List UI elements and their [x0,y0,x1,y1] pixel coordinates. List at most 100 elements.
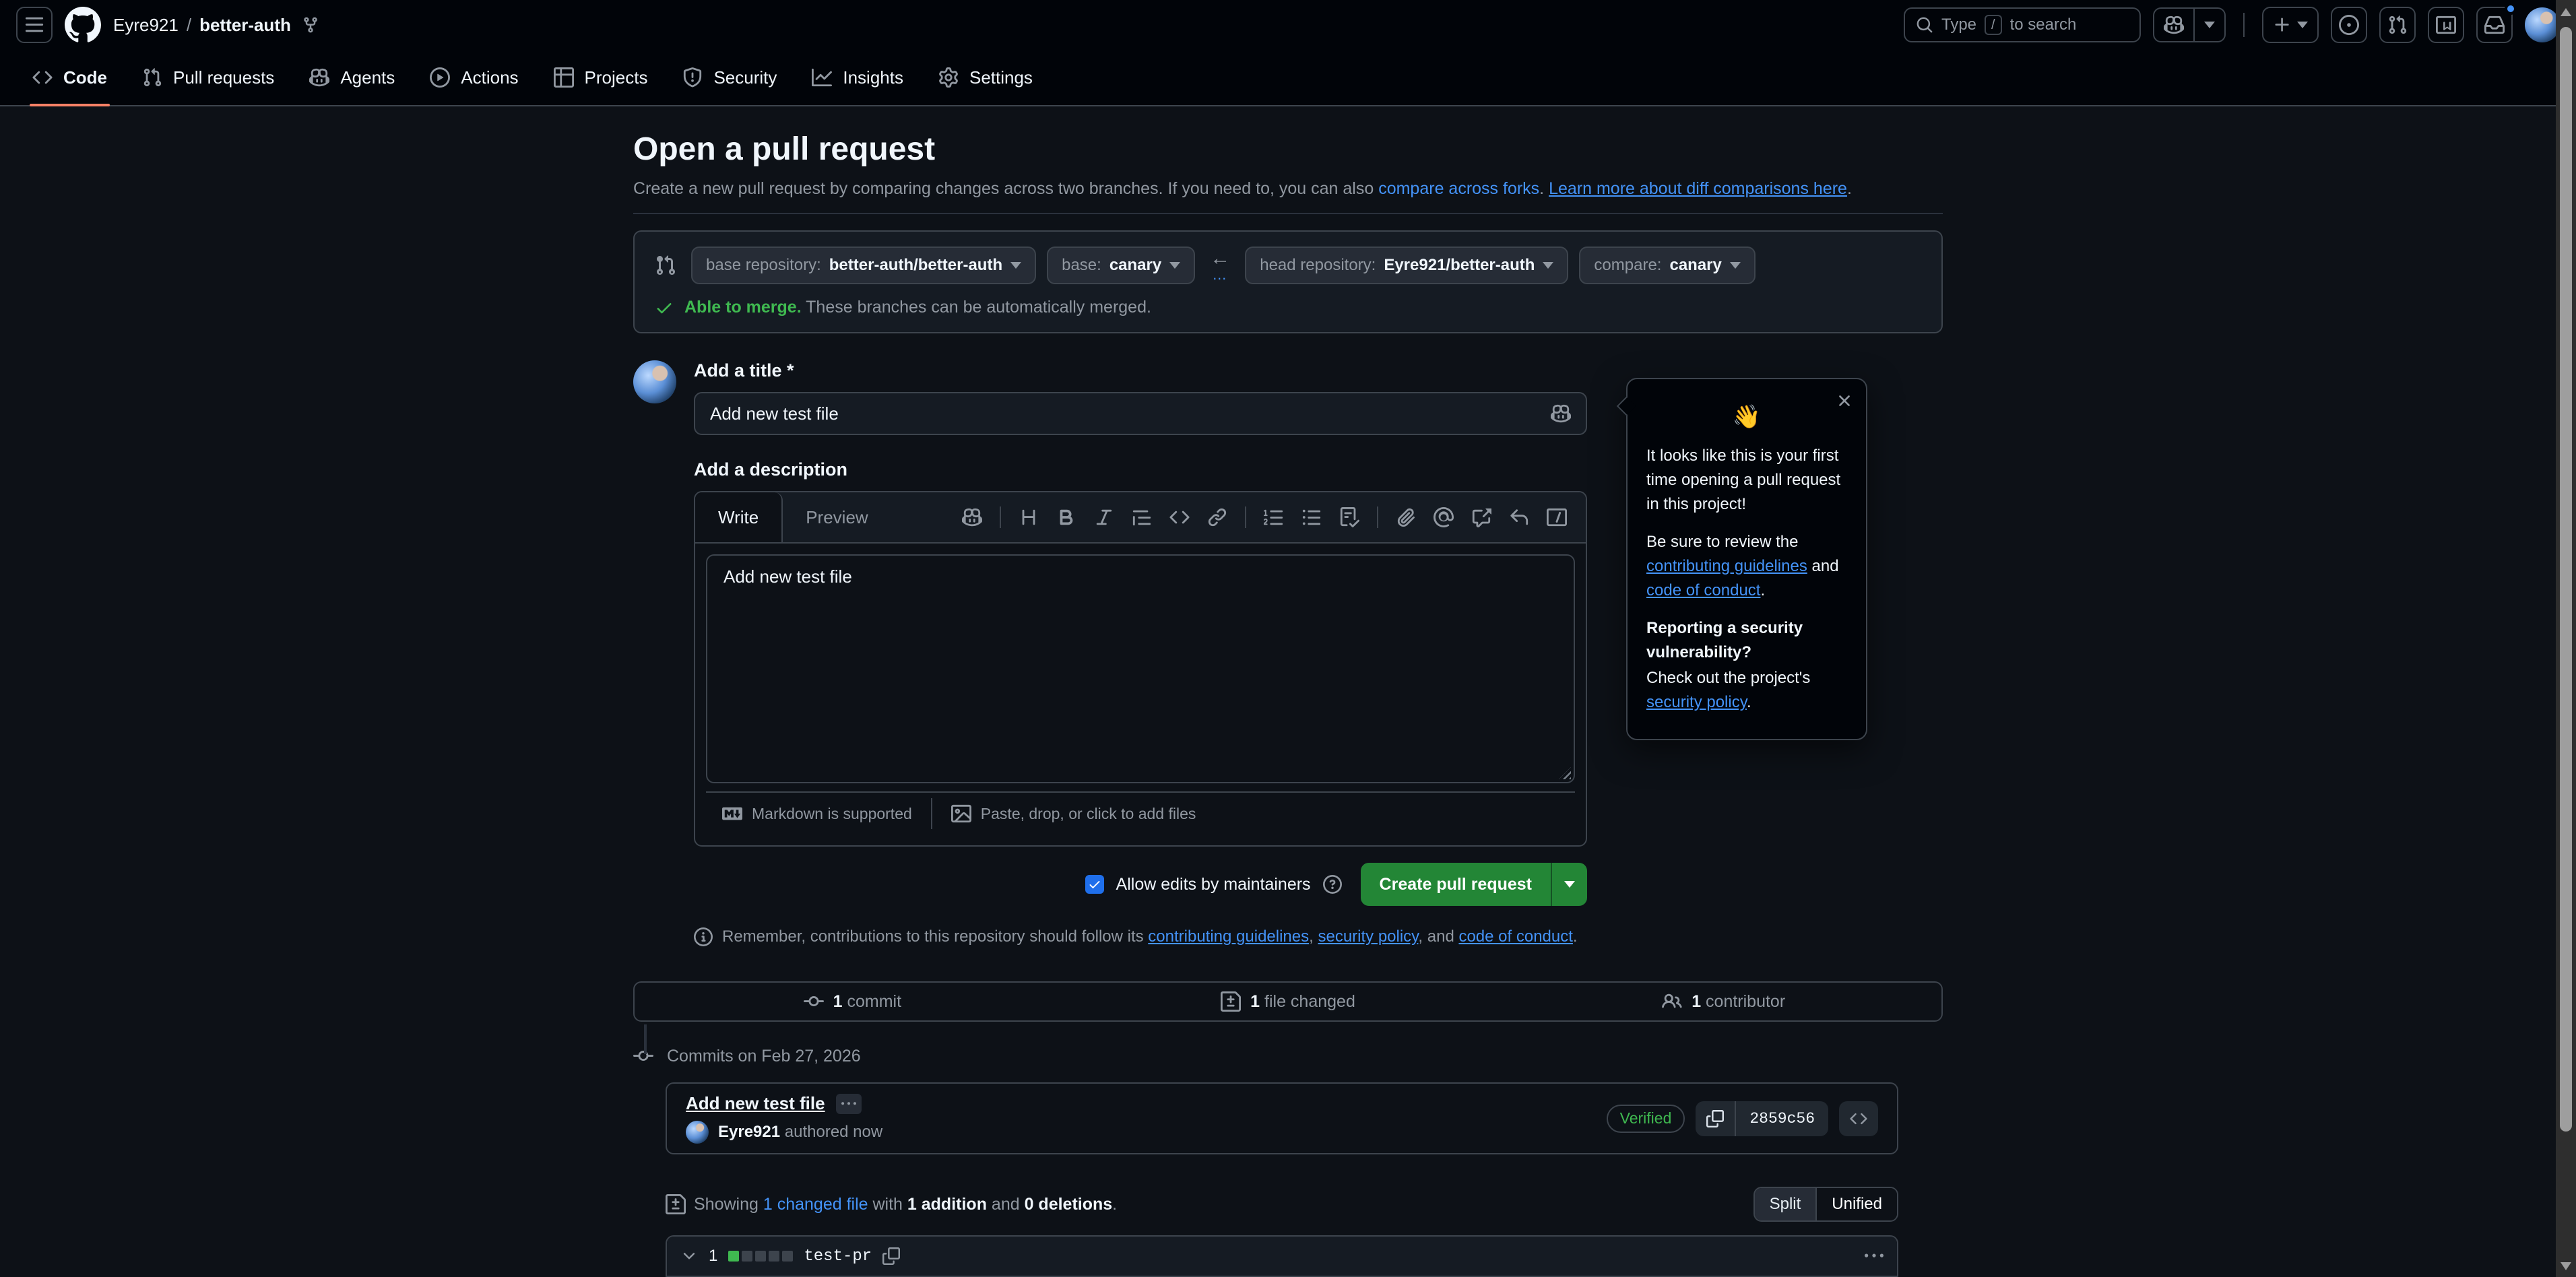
commits-date-heading: Commits on Feb 27, 2026 [633,1043,1943,1069]
attach-files-text: Paste, drop, or click to add files [981,805,1196,823]
commit-sha-link[interactable]: 2859c56 [1735,1101,1828,1136]
popup-contributing-guidelines-link[interactable]: contributing guidelines [1646,557,1807,575]
scrollbar-down-arrow-icon[interactable] [2561,1262,2571,1270]
tab-agents[interactable]: Agents [296,50,408,105]
question-icon[interactable] [1323,875,1342,894]
commit-author[interactable]: Eyre921 [718,1123,780,1141]
paperclip-icon[interactable] [1396,507,1416,527]
scrollbar-up-arrow-icon[interactable] [2561,8,2571,16]
list-unordered-icon[interactable] [1301,507,1322,527]
chevron-down-icon [1169,262,1180,269]
description-textarea[interactable]: Add new test file [706,554,1575,783]
breadcrumb-repo-link[interactable]: better-auth [199,15,291,36]
graph-icon [812,67,832,88]
file-diff-icon [1221,991,1241,1012]
copy-icon[interactable] [882,1247,900,1265]
projects-panel-button[interactable] [2428,7,2464,43]
base-repository-selector[interactable]: base repository: better-auth/better-auth [691,247,1036,284]
learn-more-link[interactable]: Learn more about diff comparisons here [1549,179,1847,198]
search-input[interactable]: Type / to search [1904,7,2141,42]
stat-files-changed[interactable]: 1 file changed [1070,991,1506,1012]
issue-opened-icon [2339,15,2359,35]
close-icon[interactable] [1835,391,1854,410]
search-placeholder-part2: to search [2010,15,2077,34]
quote-icon[interactable] [1132,507,1152,527]
breadcrumb-owner-link[interactable]: Eyre921 [113,15,179,36]
create-new-button[interactable] [2262,7,2319,43]
page-scrollbar[interactable] [2556,0,2576,1277]
code-of-conduct-link[interactable]: code of conduct [1458,927,1572,946]
copy-sha-button[interactable] [1696,1101,1735,1136]
diff-file-name[interactable]: test-pr [804,1247,872,1266]
notifications-inbox-button[interactable] [2476,7,2513,43]
tab-pull-requests[interactable]: Pull requests [129,50,288,105]
base-branch-selector[interactable]: base: canary [1047,247,1195,284]
markdown-icon [722,804,742,824]
code-icon[interactable] [1169,507,1190,527]
popup-security-policy-link[interactable]: security policy [1646,693,1747,711]
stat-commits[interactable]: 1 commit [635,991,1070,1012]
editor-toolbar [962,492,1586,542]
create-pull-request-button[interactable]: Create pull request [1361,863,1551,906]
stat-contributors[interactable]: 1 contributor [1506,991,1941,1012]
allow-edits-checkbox[interactable] [1085,875,1104,894]
title-input[interactable] [710,403,1540,424]
commit-row: Add new test file Eyre921 authored now V… [666,1082,1898,1154]
user-avatar[interactable] [2525,7,2560,42]
file-options-kebab-button[interactable] [1865,1247,1883,1266]
italic-icon[interactable] [1094,507,1114,527]
issues-button[interactable] [2331,7,2367,43]
verified-badge[interactable]: Verified [1607,1105,1685,1133]
split-view-button[interactable]: Split [1755,1188,1816,1220]
header-divider [2243,13,2245,37]
tab-preview[interactable]: Preview [783,492,891,542]
copilot-icon[interactable] [1551,403,1571,424]
reply-icon[interactable] [1509,507,1529,527]
slash-command-icon[interactable] [1547,507,1567,527]
github-logo[interactable] [65,7,101,43]
info-icon [694,927,713,946]
copilot-menu-button[interactable] [2193,9,2224,41]
link-icon[interactable] [1207,507,1227,527]
create-options-button[interactable] [1551,863,1587,906]
unified-view-button[interactable]: Unified [1815,1188,1897,1220]
expand-commit-button[interactable] [836,1094,862,1114]
tab-security[interactable]: Security [669,50,790,105]
tab-projects[interactable]: Projects [540,50,662,105]
diff-range-dots[interactable]: … [1212,267,1228,282]
cross-reference-icon[interactable] [1471,507,1491,527]
tab-actions[interactable]: Actions [416,50,532,105]
hamburger-menu-button[interactable] [16,7,53,43]
compare-branch-selector[interactable]: compare: canary [1579,247,1755,284]
commit-message-link[interactable]: Add new test file [686,1093,825,1114]
contributing-guidelines-link[interactable]: contributing guidelines [1148,927,1309,946]
pull-request-form: Add a title * Add a description Write Pr… [633,360,1943,946]
scrollbar-thumb[interactable] [2560,27,2572,1132]
head-repository-selector[interactable]: head repository: Eyre921/better-auth [1245,247,1568,284]
popup-code-of-conduct-link[interactable]: code of conduct [1646,581,1760,599]
copilot-icon[interactable] [962,507,982,527]
tab-settings[interactable]: Settings [925,50,1046,105]
unread-notification-dot [2505,3,2517,15]
list-ordered-icon[interactable] [1264,507,1284,527]
copilot-button[interactable] [2154,9,2193,41]
mention-icon[interactable] [1434,507,1454,527]
browse-code-button[interactable] [1839,1101,1878,1136]
attach-files-button[interactable]: Paste, drop, or click to add files [951,804,1196,824]
changed-files-link[interactable]: 1 changed file [763,1195,868,1214]
compare-across-forks-link[interactable]: compare across forks [1378,179,1539,198]
popup-intro-text: It looks like this is your first time op… [1646,444,1847,517]
git-pull-request-icon [2387,15,2408,35]
allow-edits-label[interactable]: Allow edits by maintainers [1116,875,1311,894]
markdown-supported-hint[interactable]: Markdown is supported [722,804,912,824]
pull-requests-button[interactable] [2379,7,2416,43]
tasklist-icon[interactable] [1339,507,1359,527]
tab-code[interactable]: Code [19,50,121,105]
bold-icon[interactable] [1056,507,1076,527]
heading-icon[interactable] [1019,507,1039,527]
chevron-down-icon[interactable] [680,1247,698,1265]
tab-insights[interactable]: Insights [798,50,917,105]
security-policy-link[interactable]: security policy [1318,927,1418,946]
tab-write[interactable]: Write [695,492,783,542]
author-avatar[interactable] [686,1121,709,1144]
